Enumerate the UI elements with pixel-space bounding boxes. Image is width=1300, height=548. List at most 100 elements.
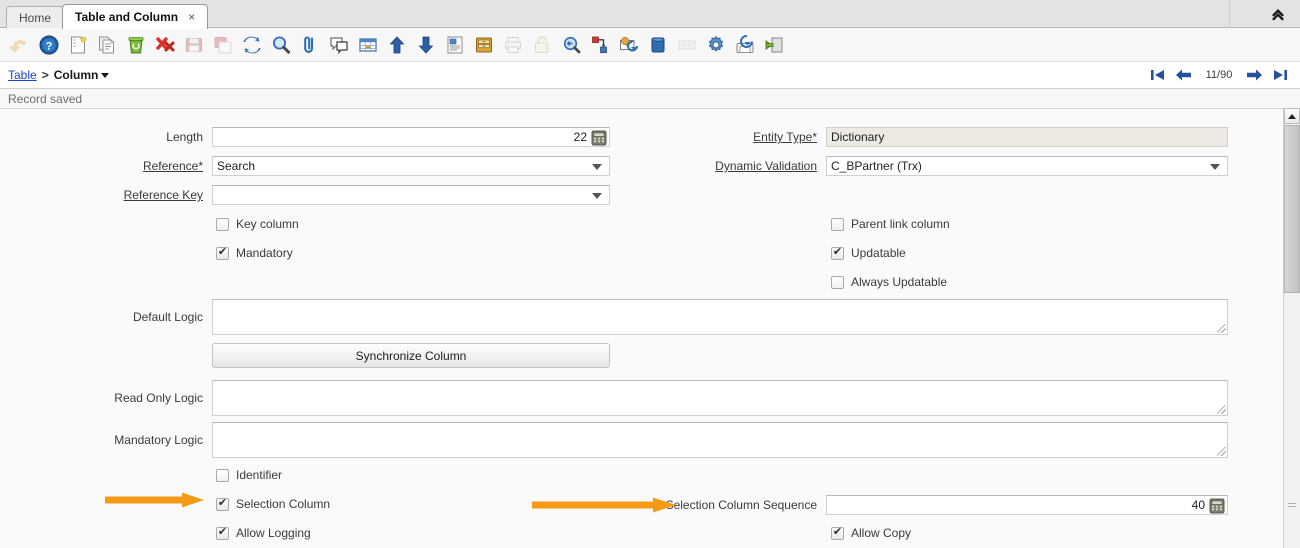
delete-record-icon[interactable]	[122, 31, 150, 59]
length-label: Length	[0, 127, 203, 147]
dynamic-validation-value: C_BPartner (Trx)	[831, 159, 922, 173]
svg-text:?: ?	[46, 40, 53, 52]
save-icon[interactable]	[180, 31, 208, 59]
allow-logging-checkbox[interactable]: ✔	[216, 527, 229, 540]
scroll-up-icon[interactable]	[1284, 108, 1300, 124]
chevron-down-icon[interactable]	[101, 73, 109, 78]
calculator-icon[interactable]	[590, 129, 608, 147]
chevron-down-icon[interactable]	[592, 193, 602, 199]
entity-type-value: Dictionary	[831, 130, 884, 144]
always-updatable-checkbox[interactable]	[831, 276, 844, 289]
attachment-icon[interactable]	[296, 31, 324, 59]
reference-key-select[interactable]	[212, 185, 610, 205]
mandatory-label: Mandatory	[236, 246, 293, 260]
resize-grip-icon[interactable]	[1217, 405, 1226, 414]
allow-copy-label: Allow Copy	[851, 526, 911, 540]
preference-icon[interactable]	[702, 31, 730, 59]
identifier-checkbox[interactable]	[216, 469, 229, 482]
key-column-checkbox-row[interactable]: Key column	[216, 217, 299, 231]
request-icon[interactable]	[615, 31, 643, 59]
parent-link-column-checkbox-row[interactable]: Parent link column	[831, 217, 950, 231]
exit-icon[interactable]	[760, 31, 788, 59]
allow-copy-checkbox-row[interactable]: ✔ Allow Copy	[831, 526, 911, 540]
synchronize-column-button[interactable]: Synchronize Column	[212, 343, 610, 368]
selection-column-label: Selection Column	[236, 497, 330, 511]
tab-bar: Home Table and Column ×	[0, 0, 1300, 28]
tab-home-label: Home	[19, 11, 51, 25]
synchronize-column-label: Synchronize Column	[356, 349, 467, 363]
default-logic-textarea[interactable]	[212, 299, 1228, 335]
updatable-checkbox[interactable]: ✔	[831, 247, 844, 260]
tab-table-and-column[interactable]: Table and Column ×	[62, 4, 208, 29]
reference-select[interactable]: Search	[212, 156, 610, 176]
export-icon[interactable]	[731, 31, 759, 59]
allow-copy-checkbox[interactable]: ✔	[831, 527, 844, 540]
mandatory-logic-textarea[interactable]	[212, 422, 1228, 458]
updatable-checkbox-row[interactable]: ✔ Updatable	[831, 246, 906, 260]
first-record-button[interactable]	[1150, 68, 1165, 82]
view-compare-icon[interactable]	[673, 31, 701, 59]
chevron-down-icon[interactable]	[1210, 164, 1220, 170]
last-record-button[interactable]	[1273, 68, 1288, 82]
key-column-checkbox[interactable]	[216, 218, 229, 231]
parent-link-column-checkbox[interactable]	[831, 218, 844, 231]
detail-record-icon[interactable]	[412, 31, 440, 59]
zoom-across-icon[interactable]	[557, 31, 585, 59]
new-record-icon[interactable]	[64, 31, 92, 59]
lock-icon[interactable]	[528, 31, 556, 59]
selection-column-checkbox-row[interactable]: ✔ Selection Column	[216, 497, 330, 511]
key-column-label: Key column	[236, 217, 299, 231]
default-logic-label: Default Logic	[0, 307, 203, 327]
product-info-icon[interactable]	[644, 31, 672, 59]
identifier-label: Identifier	[236, 468, 282, 482]
close-icon[interactable]: ×	[188, 10, 195, 24]
always-updatable-checkbox-row[interactable]: Always Updatable	[831, 275, 947, 289]
tab-home[interactable]: Home	[6, 6, 64, 28]
parent-record-icon[interactable]	[383, 31, 411, 59]
reference-value: Search	[217, 159, 255, 173]
archive-icon[interactable]	[470, 31, 498, 59]
selection-column-checkbox[interactable]: ✔	[216, 498, 229, 511]
chat-icon[interactable]	[325, 31, 353, 59]
checkmark-icon: ✔	[218, 527, 227, 538]
report-icon[interactable]	[441, 31, 469, 59]
previous-record-button[interactable]	[1175, 68, 1192, 82]
calculator-icon[interactable]	[1208, 497, 1226, 515]
refresh-icon[interactable]	[238, 31, 266, 59]
mandatory-checkbox-row[interactable]: ✔ Mandatory	[216, 246, 293, 260]
read-only-logic-textarea[interactable]	[212, 380, 1228, 416]
length-input[interactable]: 22	[212, 127, 610, 147]
delete-selection-icon[interactable]	[151, 31, 179, 59]
next-record-button[interactable]	[1246, 68, 1263, 82]
undo-icon[interactable]	[6, 31, 34, 59]
breadcrumb-parent-link[interactable]: Table	[8, 68, 37, 82]
selection-column-sequence-value: 40	[1192, 498, 1205, 512]
dynamic-validation-label: Dynamic Validation	[614, 156, 817, 176]
application-window: Home Table and Column × ?	[0, 0, 1300, 548]
copy-record-icon[interactable]	[93, 31, 121, 59]
entity-type-label: Entity Type*	[614, 127, 817, 147]
mandatory-checkbox[interactable]: ✔	[216, 247, 229, 260]
save-create-icon[interactable]	[209, 31, 237, 59]
find-icon[interactable]	[267, 31, 295, 59]
scrollbar-thumb[interactable]	[1284, 125, 1300, 293]
entity-type-label-text: Entity Type	[753, 130, 812, 144]
chevron-double-up-icon[interactable]	[1264, 3, 1292, 25]
allow-logging-label: Allow Logging	[236, 526, 311, 540]
active-workflow-icon[interactable]	[586, 31, 614, 59]
resize-grip-icon[interactable]	[1217, 447, 1226, 456]
grid-toggle-icon[interactable]	[354, 31, 382, 59]
allow-logging-checkbox-row[interactable]: ✔ Allow Logging	[216, 526, 311, 540]
status-bar: Record saved	[0, 88, 1300, 108]
scrollbar-grip-icon	[1288, 503, 1296, 510]
dynamic-validation-select[interactable]: C_BPartner (Trx)	[826, 156, 1228, 176]
breadcrumb-current: Column	[54, 68, 99, 82]
identifier-checkbox-row[interactable]: Identifier	[216, 468, 282, 482]
vertical-scrollbar[interactable]	[1283, 108, 1300, 548]
chevron-down-icon[interactable]	[592, 164, 602, 170]
selection-column-sequence-input[interactable]: 40	[826, 495, 1228, 515]
resize-grip-icon[interactable]	[1217, 324, 1226, 333]
checkmark-icon: ✔	[833, 247, 842, 258]
print-icon[interactable]	[499, 31, 527, 59]
help-icon[interactable]: ?	[35, 31, 63, 59]
